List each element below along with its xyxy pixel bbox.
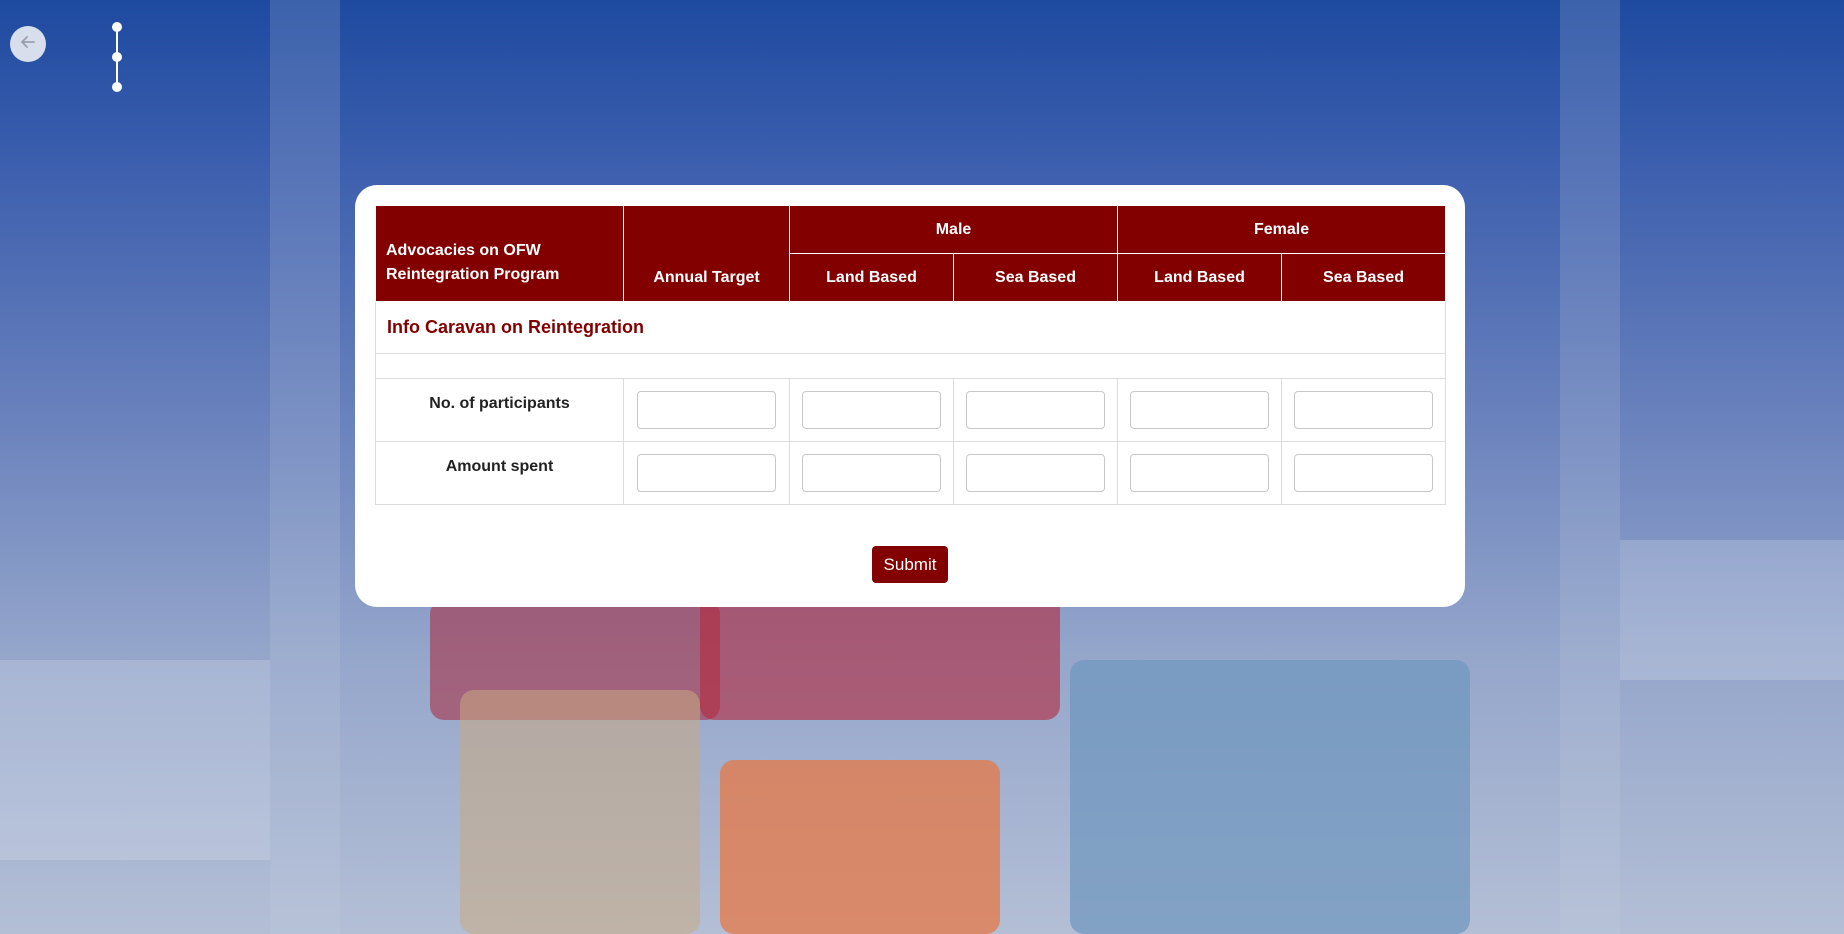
stepper-dot [112,82,122,92]
table-row: Amount spent [375,441,1447,505]
participants-annual-target-input[interactable] [637,391,776,429]
submit-button[interactable]: Submit [871,546,949,583]
background-luggage [700,590,1060,720]
spacer-cell [374,353,1447,379]
background-pillar [270,0,340,934]
stepper-dot [112,52,122,62]
background-luggage [1070,660,1470,934]
participants-female-sea-input[interactable] [1294,391,1434,429]
header-annual-target: Annual Target [623,205,790,302]
background-panel [1620,540,1844,680]
background-box [460,690,700,934]
header-female-land-based: Land Based [1117,253,1283,302]
section-title: Info Caravan on Reintegration [374,301,1447,354]
amount-male-land-input[interactable] [802,454,941,492]
background-panel [0,660,270,860]
arrow-left-icon [18,32,38,57]
row-label-amount-spent: Amount spent [375,441,624,505]
form-card: Advocacies on OFW Reintegration Program … [355,185,1465,607]
background-box [720,760,1000,934]
header-program: Advocacies on OFW Reintegration Program [375,205,624,302]
spacer-row [374,353,1447,379]
header-male-land-based: Land Based [789,253,954,302]
amount-female-sea-input[interactable] [1294,454,1434,492]
amount-female-land-input[interactable] [1130,454,1270,492]
header-male: Male [788,205,1119,254]
section-row: Info Caravan on Reintegration [374,301,1447,354]
submit-area: Submit [375,546,1445,583]
header-female: Female [1117,205,1447,254]
header-male-sea-based: Sea Based [952,253,1119,302]
amount-male-sea-input[interactable] [966,454,1105,492]
stepper-dot [112,22,122,32]
participants-female-land-input[interactable] [1130,391,1270,429]
amount-annual-target-input[interactable] [637,454,776,492]
back-button[interactable] [10,26,46,62]
table-row: No. of participants [375,378,1447,442]
row-label-participants: No. of participants [375,378,624,442]
participants-male-land-input[interactable] [802,391,941,429]
header-female-sea-based: Sea Based [1281,253,1447,302]
participants-male-sea-input[interactable] [966,391,1105,429]
background-pillar [1560,0,1620,934]
reintegration-table: Advocacies on OFW Reintegration Program … [374,205,1447,505]
